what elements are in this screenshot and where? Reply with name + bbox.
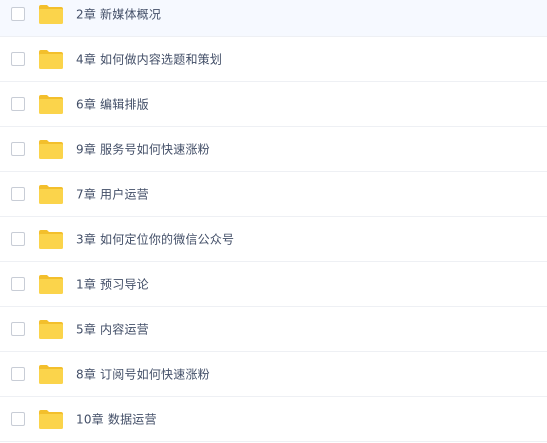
folder-icon xyxy=(38,3,64,25)
row-checkbox[interactable] xyxy=(11,367,25,381)
folder-name[interactable]: 4章 如何做内容选题和策划 xyxy=(76,51,222,68)
row-checkbox[interactable] xyxy=(11,187,25,201)
folder-name[interactable]: 2章 新媒体概况 xyxy=(76,6,161,23)
folder-icon xyxy=(38,273,64,295)
row-checkbox[interactable] xyxy=(11,322,25,336)
file-list: 2章 新媒体概况 4章 如何做内容选题和策划 6章 编辑排版 9章 服务号如何快… xyxy=(0,0,547,442)
file-row[interactable]: 6章 编辑排版 xyxy=(0,82,547,127)
file-row[interactable]: 1章 预习导论 xyxy=(0,262,547,307)
folder-name[interactable]: 9章 服务号如何快速涨粉 xyxy=(76,141,210,158)
folder-icon xyxy=(38,363,64,385)
file-row[interactable]: 8章 订阅号如何快速涨粉 xyxy=(0,352,547,397)
file-row[interactable]: 10章 数据运营 xyxy=(0,397,547,442)
row-checkbox[interactable] xyxy=(11,97,25,111)
file-row[interactable]: 2章 新媒体概况 xyxy=(0,0,547,37)
row-checkbox[interactable] xyxy=(11,277,25,291)
folder-icon xyxy=(38,228,64,250)
folder-name[interactable]: 10章 数据运营 xyxy=(76,411,157,428)
file-row[interactable]: 7章 用户运营 xyxy=(0,172,547,217)
folder-name[interactable]: 8章 订阅号如何快速涨粉 xyxy=(76,366,210,383)
file-row[interactable]: 3章 如何定位你的微信公众号 xyxy=(0,217,547,262)
folder-icon xyxy=(38,93,64,115)
file-row[interactable]: 4章 如何做内容选题和策划 xyxy=(0,37,547,82)
row-checkbox[interactable] xyxy=(11,142,25,156)
file-row[interactable]: 5章 内容运营 xyxy=(0,307,547,352)
folder-name[interactable]: 1章 预习导论 xyxy=(76,276,149,293)
folder-icon xyxy=(38,318,64,340)
row-checkbox[interactable] xyxy=(11,232,25,246)
folder-icon xyxy=(38,408,64,430)
folder-icon xyxy=(38,48,64,70)
folder-name[interactable]: 6章 编辑排版 xyxy=(76,96,149,113)
folder-name[interactable]: 5章 内容运营 xyxy=(76,321,149,338)
row-checkbox[interactable] xyxy=(11,412,25,426)
folder-icon xyxy=(38,183,64,205)
row-checkbox[interactable] xyxy=(11,52,25,66)
row-checkbox[interactable] xyxy=(11,7,25,21)
file-row[interactable]: 9章 服务号如何快速涨粉 xyxy=(0,127,547,172)
folder-icon xyxy=(38,138,64,160)
folder-name[interactable]: 7章 用户运营 xyxy=(76,186,149,203)
folder-name[interactable]: 3章 如何定位你的微信公众号 xyxy=(76,231,234,248)
